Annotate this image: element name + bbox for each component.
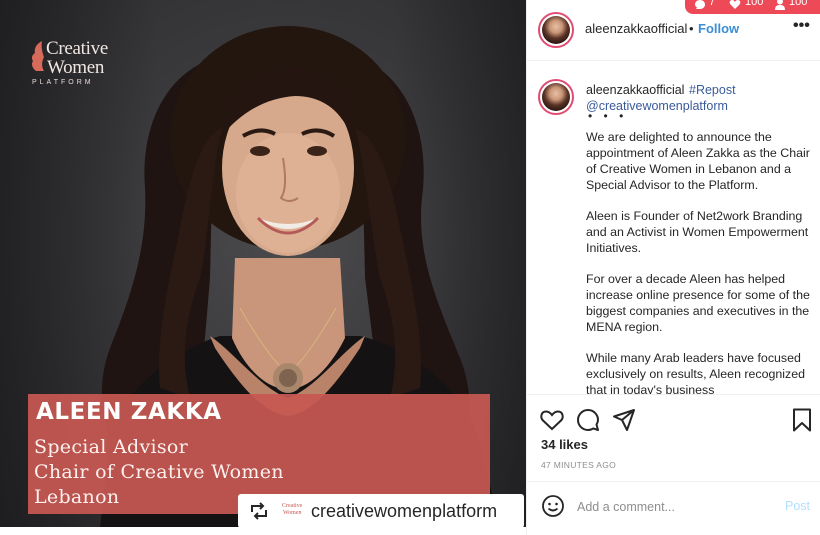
emoji-icon[interactable] [541,494,565,518]
logo-silhouette-icon [31,41,44,71]
caption-line-2: Chair of Creative Women [34,461,284,483]
caption-name: ALEEN ZAKKA [36,399,222,425]
caption-paragraph: We are delighted to announce the appoint… [586,130,810,192]
share-paper-plane-icon[interactable] [611,407,637,433]
post-comment-button[interactable]: Post [785,499,810,513]
save-bookmark-icon[interactable] [789,407,815,433]
comment-input[interactable] [577,498,767,516]
repost-logo-line1: Creative [282,503,303,509]
repost-hashtag-link[interactable]: #Repost [689,83,736,97]
notif-count-3: 100 [789,0,808,8]
caption-avatar[interactable] [542,83,570,111]
follow-button[interactable]: Follow [698,21,739,36]
comment-icon[interactable] [575,407,601,433]
heart-notif-icon [729,0,741,9]
repost-icon [251,502,267,520]
caption-paragraph: For over a decade Aleen has helped incre… [586,272,810,334]
more-options-icon[interactable]: ••• [793,17,813,37]
repost-brand-logo: Creative Women [278,503,304,519]
post-header: aleenzakkaofficial • Follow ••• 7 100 10… [527,0,820,61]
repost-handle: creativewomenplatform [311,501,498,521]
user-notif-icon [775,0,785,10]
post-actions: 34 likes 47 MINUTES AGO [527,394,820,480]
avatar[interactable] [542,16,570,44]
like-heart-icon[interactable] [539,407,565,433]
caption-paragraph: While many Arab leaders have focused exc… [586,351,806,394]
post-image[interactable]: Creative Women PLATFORM ALEEN ZAKKA Spec… [0,0,526,527]
header-username[interactable]: aleenzakkaofficial [585,21,687,36]
likes-count[interactable]: 34 likes [541,437,588,452]
header-separator: • [689,21,694,36]
notif-count-2: 100 [745,0,764,8]
caption-paragraph: Aleen is Founder of Net2work Branding an… [586,209,809,255]
post-sidebar: aleenzakkaofficial • Follow ••• 7 100 10… [526,0,820,535]
add-comment-bar: Post [527,481,820,529]
post-timestamp[interactable]: 47 MINUTES AGO [541,460,616,470]
caption-dots: • • • [588,109,628,123]
activity-notification-badge[interactable]: 7 100 100 [685,0,820,14]
caption-line-1: Special Advisor [34,436,189,458]
comment-notif-icon [695,0,705,9]
caption-username[interactable]: aleenzakkaofficial [586,83,684,97]
caption-comments-area[interactable]: aleenzakkaofficial #Repost @creativewome… [527,62,820,394]
caption-line-3: Lebanon [34,486,120,508]
notif-count-1: 7 [709,0,716,8]
repost-logo-line2: Women [283,510,302,516]
repost-attribution-tag: Creative Women creativewomenplatform [238,494,524,527]
